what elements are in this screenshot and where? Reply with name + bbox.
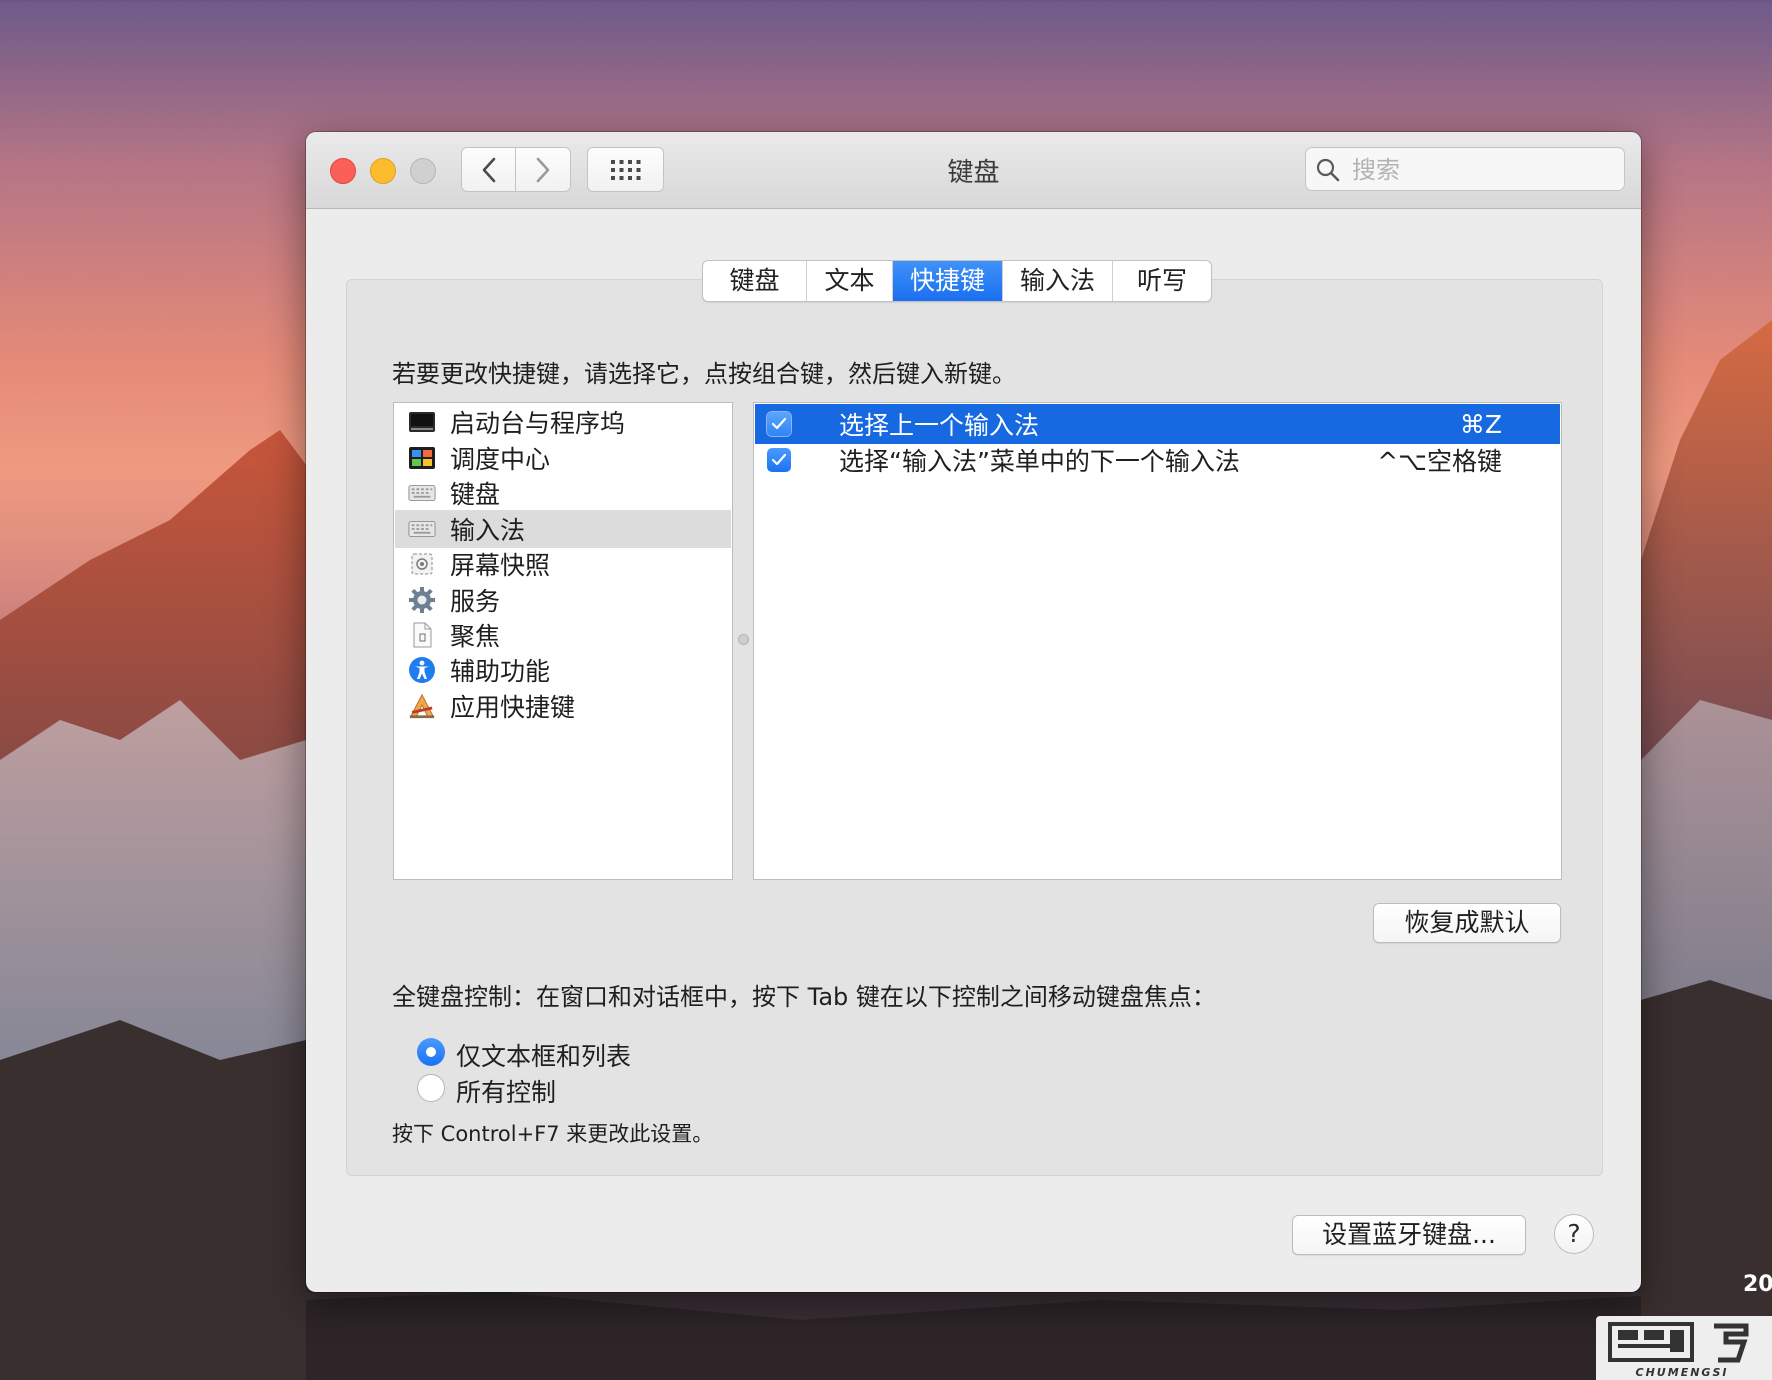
category-input-sources[interactable]: 输入法	[395, 510, 731, 548]
category-services[interactable]: 服务	[395, 581, 731, 619]
category-keyboard[interactable]: 键盘	[395, 474, 731, 512]
gear-icon	[408, 586, 436, 614]
tab-input-sources[interactable]: 输入法	[1003, 261, 1113, 301]
checkmark-icon	[771, 417, 787, 430]
tab-shortcuts[interactable]: 快捷键	[893, 261, 1003, 301]
hint-text: 按下 Control+F7 来更改此设置。	[392, 1122, 714, 1146]
spotlight-document-icon	[408, 621, 436, 649]
tab-bar: 键盘 文本 快捷键 输入法 听写	[702, 260, 1212, 302]
category-label: 启动台与程序坞	[450, 409, 626, 438]
shortcut-row[interactable]: 选择上一个输入法 ⌘Z	[755, 404, 1560, 444]
tab-keyboard[interactable]: 键盘	[703, 261, 807, 301]
category-spotlight[interactable]: 聚焦	[395, 616, 731, 654]
category-label: 键盘	[450, 480, 501, 509]
title-bar: 键盘	[306, 132, 1641, 209]
shortcut-label: 选择“输入法”菜单中的下一个输入法	[839, 447, 1240, 476]
category-label: 输入法	[450, 516, 526, 545]
screenshot-icon	[408, 550, 436, 578]
search-field[interactable]	[1305, 147, 1625, 191]
category-label: 聚焦	[450, 622, 501, 651]
category-label: 服务	[450, 587, 501, 616]
checkmark-icon	[771, 453, 787, 466]
help-button[interactable]: ?	[1554, 1214, 1594, 1254]
shortcut-list: 选择上一个输入法 ⌘Z 选择“输入法”菜单中的下一个输入法 ^⌥空格键	[753, 402, 1562, 880]
radio-text-boxes-and-lists[interactable]	[417, 1038, 445, 1066]
search-icon	[1316, 158, 1340, 182]
set-up-bluetooth-keyboard-button[interactable]: 设置蓝牙键盘...	[1292, 1215, 1526, 1255]
watermark-text: CHUMENGSI	[1636, 1366, 1729, 1379]
shortcut-category-list: 启动台与程序坞 调度中心 键盘 输入法 屏幕快照 服务 聚焦 辅助功能 应用快捷…	[393, 402, 733, 880]
shortcut-key[interactable]: ⌘Z	[1460, 410, 1502, 439]
shortcut-label: 选择上一个输入法	[839, 411, 1040, 440]
category-accessibility[interactable]: 辅助功能	[395, 651, 731, 689]
category-launchpad-dock[interactable]: 启动台与程序坞	[395, 403, 731, 441]
launchpad-icon	[408, 408, 436, 436]
radio-label[interactable]: 所有控制	[456, 1073, 556, 1109]
category-mission-control[interactable]: 调度中心	[395, 439, 731, 477]
category-label: 调度中心	[450, 445, 551, 474]
instruction-text: 若要更改快捷键，请选择它，点按组合键，然后键入新键。	[392, 360, 1016, 388]
keyboard-icon	[408, 479, 436, 507]
search-input[interactable]	[1350, 154, 1614, 186]
desktop-corner-text: 20	[1743, 1272, 1772, 1297]
watermark-logo: CHUMENGSI	[1596, 1316, 1772, 1380]
radio-label[interactable]: 仅文本框和列表	[456, 1037, 631, 1073]
category-app-shortcuts[interactable]: 应用快捷键	[395, 687, 731, 725]
category-screenshots[interactable]: 屏幕快照	[395, 545, 731, 583]
full-keyboard-control-label: 全键盘控制：在窗口和对话框中，按下 Tab 键在以下控制之间移动键盘焦点：	[392, 983, 1216, 1011]
split-view-handle[interactable]	[738, 634, 749, 645]
category-label: 屏幕快照	[450, 551, 551, 580]
restore-defaults-button[interactable]: 恢复成默认	[1373, 903, 1561, 943]
tab-dictation[interactable]: 听写	[1113, 261, 1211, 301]
tab-text[interactable]: 文本	[807, 261, 893, 301]
shortcut-row[interactable]: 选择“输入法”菜单中的下一个输入法 ^⌥空格键	[755, 440, 1560, 480]
shortcut-checkbox[interactable]	[767, 448, 791, 472]
shortcut-checkbox[interactable]	[767, 412, 791, 436]
mission-control-icon	[408, 444, 436, 472]
input-source-keyboard-icon	[408, 515, 436, 543]
category-label: 应用快捷键	[450, 693, 576, 722]
keyboard-preferences-window: 键盘 键盘 文本 快捷键 输入法 听写 若要更改快捷键，请选择它，点按组合键，然…	[306, 132, 1641, 1292]
app-shortcuts-icon	[408, 692, 436, 720]
accessibility-icon	[408, 656, 436, 684]
shortcut-key[interactable]: ^⌥空格键	[1377, 442, 1502, 478]
radio-all-controls[interactable]	[417, 1074, 445, 1102]
category-label: 辅助功能	[450, 657, 551, 686]
